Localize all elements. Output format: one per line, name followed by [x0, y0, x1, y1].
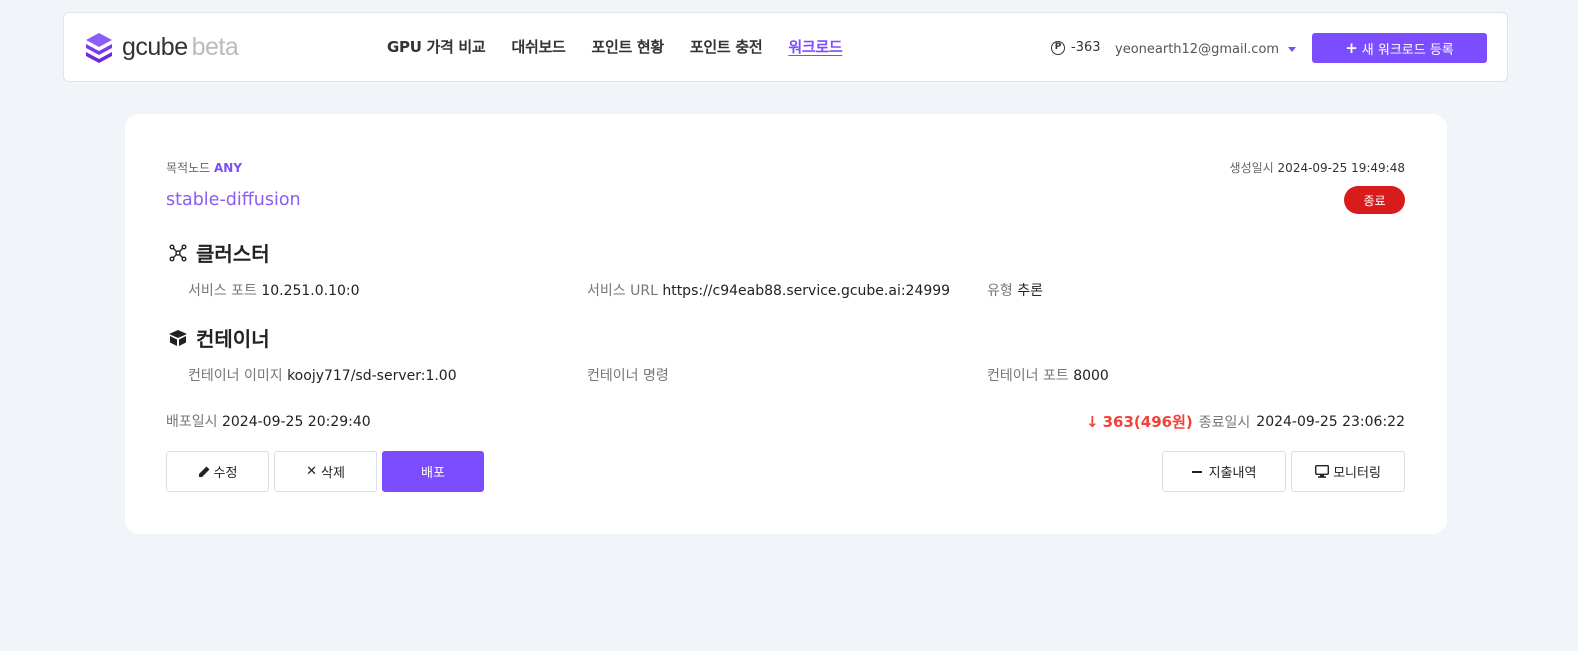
type-label: 유형	[987, 283, 1013, 299]
nav-point-charge[interactable]: 포인트 충전	[690, 36, 763, 57]
beta-label: beta	[191, 32, 239, 61]
new-workload-label: 새 워크로드 등록	[1361, 42, 1454, 58]
target-label: 목적노드	[166, 161, 211, 175]
monitoring-button[interactable]: 모니터링	[1291, 451, 1405, 492]
deploy-label-text: 배포	[421, 466, 445, 481]
logo[interactable]: gcube beta	[84, 31, 239, 63]
logo-text: gcube beta	[122, 32, 239, 62]
deployed-at: 배포일시 2024-09-25 20:29:40	[166, 411, 371, 431]
deploy-label: 배포일시	[166, 414, 218, 430]
service-port-field: 서비스 포트 10.251.0.10:0	[188, 280, 360, 300]
cluster-title: 클러스터	[196, 242, 270, 266]
points-value: -363	[1071, 40, 1101, 55]
user-menu[interactable]: yeonearth12@gmail.com	[1115, 42, 1297, 57]
box-icon	[168, 328, 188, 348]
plus-icon: +	[1345, 39, 1358, 57]
type-field: 유형 추론	[987, 280, 1043, 300]
service-url-label: 서비스 URL	[587, 283, 658, 299]
layers-logo-icon	[86, 33, 112, 63]
deploy-button[interactable]: 배포	[382, 451, 484, 492]
arrow-down-icon: ↓	[1086, 412, 1099, 431]
delete-label: 삭제	[320, 466, 345, 481]
target-value: ANY	[214, 161, 243, 175]
user-email: yeonearth12@gmail.com	[1115, 42, 1280, 57]
container-port-label: 컨테이너 포트	[987, 368, 1069, 384]
container-command-field: 컨테이너 명령	[587, 365, 669, 385]
monitor-icon	[1315, 465, 1330, 478]
type-value: 추론	[1017, 283, 1043, 299]
nav-gpu-price[interactable]: GPU 가격 비교	[387, 36, 486, 57]
nav-point-status[interactable]: 포인트 현황	[591, 36, 664, 57]
spending-history-button[interactable]: 지출내역	[1162, 451, 1286, 492]
service-port-value: 10.251.0.10:0	[261, 283, 360, 299]
container-title: 컨테이너	[196, 327, 270, 351]
cluster-section-title: 클러스터	[168, 238, 270, 267]
created-value: 2024-09-25 19:49:48	[1277, 161, 1405, 175]
caret-down-icon	[1288, 47, 1297, 52]
pencil-icon	[198, 466, 210, 477]
container-image-field: 컨테이너 이미지 koojy717/sd-server:1.00	[188, 365, 457, 385]
end-value: 2024-09-25 23:06:22	[1256, 413, 1405, 430]
service-url-field: 서비스 URL https://c94eab88.service.gcube.a…	[587, 280, 950, 300]
workload-card: 목적노드 ANY 생성일시 2024-09-25 19:49:48 stable…	[125, 114, 1447, 534]
points-display: P -363	[1051, 40, 1101, 55]
deploy-value: 2024-09-25 20:29:40	[221, 414, 371, 430]
nav-workload[interactable]: 워크로드	[788, 36, 842, 57]
created-label: 생성일시	[1229, 161, 1274, 175]
minus-icon	[1191, 470, 1202, 473]
service-port-label: 서비스 포트	[188, 283, 257, 299]
new-workload-button[interactable]: + 새 워크로드 등록	[1312, 33, 1487, 63]
nav-dashboard[interactable]: 대쉬보드	[511, 36, 565, 57]
edit-button[interactable]: 수정	[166, 451, 269, 492]
points-icon: P	[1051, 40, 1065, 55]
monitoring-label: 모니터링	[1333, 466, 1381, 481]
spending-label: 지출내역	[1208, 466, 1257, 481]
container-section-title: 컨테이너	[168, 323, 270, 352]
end-label: 종료일시	[1198, 414, 1251, 431]
main-nav: GPU 가격 비교 대쉬보드 포인트 현황 포인트 충전 워크로드	[387, 36, 868, 57]
status-badge: 종료	[1344, 186, 1405, 214]
workload-name[interactable]: stable-diffusion	[166, 190, 301, 210]
edit-label: 수정	[213, 466, 238, 481]
created-at: 생성일시 2024-09-25 19:49:48	[1230, 159, 1405, 176]
container-port-value: 8000	[1073, 368, 1109, 384]
container-port-field: 컨테이너 포트 8000	[987, 365, 1109, 385]
cost-amount: 363(496원)	[1102, 413, 1193, 431]
cost-and-end: ↓ 363(496원) 종료일시 2024-09-25 23:06:22	[1086, 411, 1405, 432]
cluster-icon	[168, 243, 188, 263]
delete-button[interactable]: ✕ 삭제	[274, 451, 377, 492]
brand-name: gcube	[122, 32, 188, 61]
container-image-value: koojy717/sd-server:1.00	[287, 368, 457, 384]
close-icon: ✕	[306, 464, 317, 479]
container-command-label: 컨테이너 명령	[587, 368, 669, 384]
top-header: gcube beta GPU 가격 비교 대쉬보드 포인트 현황 포인트 충전 워…	[63, 12, 1508, 82]
target-node: 목적노드 ANY	[166, 159, 242, 176]
container-image-label: 컨테이너 이미지	[188, 368, 283, 384]
service-url-value[interactable]: https://c94eab88.service.gcube.ai:24999	[662, 283, 950, 299]
